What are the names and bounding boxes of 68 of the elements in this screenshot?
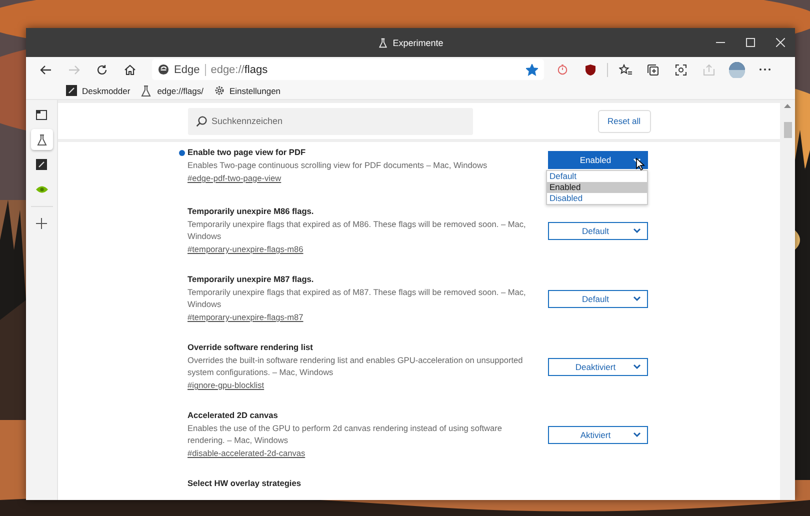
plus-icon (36, 218, 47, 229)
flag-title: Enable two page view for PDF (188, 146, 540, 159)
caret-icon (632, 432, 640, 437)
settings-icon (214, 85, 224, 96)
pen-square-icon (66, 85, 77, 96)
star-list-icon (618, 64, 632, 76)
flask-icon (36, 134, 48, 146)
flag-title: Override software rendering list (188, 341, 314, 354)
edge-logo-icon (158, 64, 169, 75)
reset-all-button[interactable]: Reset all (598, 110, 650, 132)
flag-select[interactable]: Deaktiviert (548, 358, 648, 376)
flag-link[interactable]: #temporary-unexpire-flags-m87 (188, 310, 304, 324)
flag-title: Temporarily unexpire M86 flags. (188, 205, 315, 218)
stopwatch-icon (556, 64, 568, 75)
more-icon (759, 68, 771, 71)
forward-arrow-icon (68, 64, 80, 74)
tab-icon (36, 110, 47, 120)
flag-description: Temporarily unexpire flags that expired as of M86. These flags will be removed soon. – Mac, Windows (188, 218, 527, 242)
site-label: Edge (174, 64, 200, 76)
flag-title: Temporarily unexpire M87 flags. (188, 273, 315, 286)
flag-link[interactable]: #disable-accelerated-2d-canvas (188, 446, 306, 460)
search-icon (196, 116, 206, 126)
bookmark-link[interactable]: Einstellungen (214, 85, 281, 96)
bookmark-link[interactable]: edge://flags/ (140, 84, 204, 96)
close-icon (776, 38, 784, 47)
maximize-icon (746, 38, 754, 47)
scroll-up-icon (784, 104, 791, 108)
url-text: edge://flags (210, 64, 269, 76)
caret-icon (632, 364, 640, 369)
flag-title: Accelerated 2D canvas (188, 409, 279, 422)
flask-icon (378, 38, 388, 48)
caret-icon (632, 296, 640, 301)
flag-select[interactable]: Enabled (548, 151, 648, 169)
flag-title: Select HW overlay strategies (188, 477, 302, 490)
sidebar-tab[interactable] (30, 129, 52, 150)
caret-icon (632, 228, 640, 233)
shield-icon (584, 64, 596, 76)
flag-select[interactable]: Default (548, 222, 648, 240)
camera-frame-icon (675, 64, 687, 76)
dropdown-option[interactable]: Enabled (546, 182, 646, 193)
back-arrow-icon (40, 64, 52, 74)
share-icon (703, 64, 715, 76)
flag-select[interactable]: Aktiviert (548, 426, 648, 444)
flag-link[interactable]: #edge-pdf-two-page-view (188, 171, 282, 185)
flag-select[interactable]: Default (548, 290, 648, 308)
pen-square-icon (36, 159, 47, 170)
search-field[interactable]: Suchkennzeichen (188, 108, 472, 134)
bookmark-link[interactable]: Deskmodder (66, 85, 130, 96)
address-bar[interactable]: Edge edge://flags (152, 59, 544, 80)
flag-description: Temporarily unexpire flags that expired as of M87. These flags will be removed soon. – Mac, Windows (188, 286, 527, 310)
flag-link[interactable]: #temporary-unexpire-flags-m86 (188, 242, 304, 256)
flag-link[interactable]: #ignore-gpu-blocklist (188, 378, 264, 392)
dropdown-option[interactable]: Default (546, 171, 646, 182)
flag-description: Enables Two-page continuous scrolling view for PDF documents – Mac, Windows (188, 159, 488, 171)
avatar-icon (729, 62, 745, 78)
star-icon[interactable] (526, 64, 538, 76)
eye-logo-icon (36, 185, 48, 194)
scrollbar-thumb[interactable] (784, 122, 792, 138)
minimize-icon (716, 42, 724, 43)
scrollbar[interactable] (780, 100, 795, 500)
reload-icon (96, 64, 108, 76)
dropdown-option[interactable]: Disabled (546, 193, 646, 204)
collections-icon (647, 64, 659, 76)
flask-icon (140, 84, 152, 96)
flag-description: Enables the use of the GPU to perform 2d canvas rendering instead of using software rendering. – Mac, Windows (188, 422, 504, 446)
window-title: Experimente (392, 38, 444, 48)
flag-description: Overrides the built-in software rendering list and enables GPU-acceleration on unsupported system configurations. – Mac, Windows (188, 354, 524, 378)
home-icon (124, 64, 136, 76)
